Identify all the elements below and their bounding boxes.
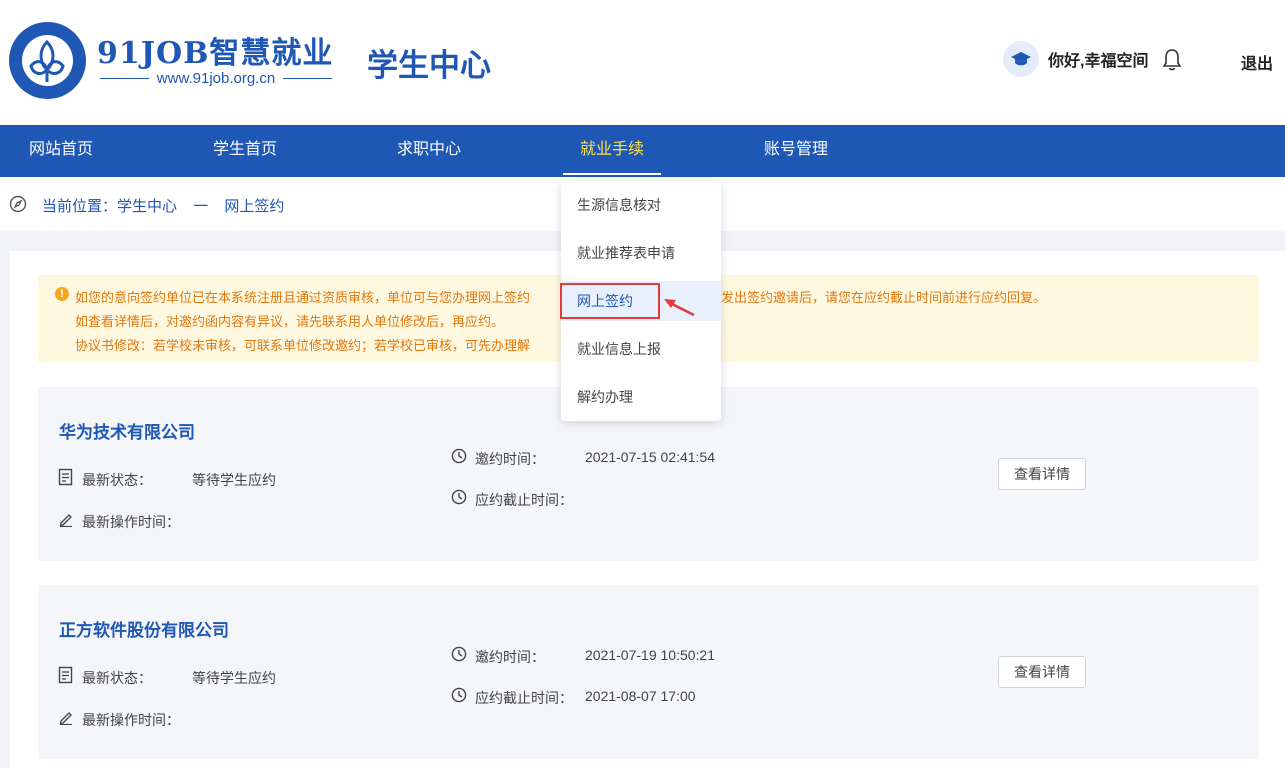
user-greeting: 你好,幸福空间 [1048,53,1149,70]
view-details-button[interactable]: 查看详情 [998,656,1086,688]
op-time-label: 最新操作时间： [82,514,180,530]
nav-item-employment-procedures[interactable]: 就业手续 [563,125,662,177]
clock-icon [451,489,467,505]
document-icon [58,666,73,684]
menu-item-contract-termination[interactable]: 解约办理 [561,377,721,417]
logout-link[interactable]: 退出 [1241,50,1273,74]
view-details-button[interactable]: 查看详情 [998,458,1086,490]
logo-emblem[interactable] [9,22,86,99]
active-underline [563,173,662,175]
breadcrumb-prefix[interactable]: 当前位置：学生中心 [42,198,177,215]
logo-title: 91JOB智慧就业 [97,36,334,71]
deadline-label: 应约截止时间： [475,690,573,706]
breadcrumb-separator: 一 [193,198,209,215]
clock-icon [451,687,467,703]
invite-time-value: 2021-07-15 02:41:54 [585,449,715,465]
user-menu[interactable]: 你好,幸福空间 [1003,41,1148,77]
notice-line-1: 如您的意向签约单位已在本系统注册且通过资质审核，单位可与您办理网上签约 [75,290,531,305]
invitation-card: 正方软件股份有限公司 最新状态： 等待学生应约 最新操作时间： 邀约时间： 20… [38,585,1259,759]
company-name: 正方软件股份有限公司 [59,621,229,640]
graduation-cap-icon [1003,41,1039,77]
status-label: 最新状态： [82,472,152,488]
warning-icon: ! [55,287,69,301]
invite-time-label: 邀约时间： [475,451,545,467]
document-icon [58,468,73,486]
nav-item-job-center[interactable]: 求职中心 [397,125,461,177]
logo-url: www.91job.org.cn [100,70,332,87]
edit-icon [59,514,72,527]
logo-emblem-icon [29,39,65,82]
breadcrumb-current: 网上签约 [224,198,285,215]
menu-item-recommendation-form[interactable]: 就业推荐表申请 [561,233,721,273]
page-title: 学生中心 [367,48,491,83]
invite-time-value: 2021-07-19 10:50:21 [585,647,715,663]
nav-item-student-home[interactable]: 学生首页 [213,125,277,177]
op-time-label: 最新操作时间： [82,712,180,728]
status-label: 最新状态： [82,670,152,686]
pointer-arrow-icon [664,299,695,317]
edit-icon [59,712,72,725]
bell-icon[interactable] [1161,47,1183,76]
logo-url-text: www.91job.org.cn [156,70,276,87]
status-value: 等待学生应约 [192,472,276,488]
clock-icon [451,646,467,662]
notice-line-1-tail: 发出签约邀请后，请您在应约截止时间前进行应约回复。 [721,290,1047,305]
main-nav: 网站首页 学生首页 求职中心 就业手续 账号管理 [0,125,1285,177]
notice-line-2: 如查看详情后，对邀约函内容有异议，请先联系用人单位修改后，再应约。 [75,314,505,329]
breadcrumb-text: 当前位置：学生中心 一 网上签约 [42,195,284,216]
notice-line-3: 协议书修改：若学校未审核，可联系单位修改邀约；若学校已审核，可先办理解 [75,338,531,353]
deadline-value: 2021-08-07 17:00 [585,688,696,704]
menu-item-source-info-check[interactable]: 生源信息核对 [561,185,721,225]
clock-icon [451,448,467,464]
nav-item-site-home[interactable]: 网站首页 [29,125,93,177]
nav-item-account[interactable]: 账号管理 [764,125,828,177]
nav-item-employment-procedures-label: 就业手续 [580,141,645,158]
invite-time-label: 邀约时间： [475,649,545,665]
company-name: 华为技术有限公司 [59,423,195,442]
menu-item-employment-report[interactable]: 就业信息上报 [561,329,721,369]
highlight-box [560,283,660,319]
site-header: 91JOB智慧就业 www.91job.org.cn 学生中心 你好,幸福空间 … [0,0,1285,125]
compass-icon [9,195,27,218]
deadline-label: 应约截止时间： [475,492,573,508]
status-value: 等待学生应约 [192,670,276,686]
